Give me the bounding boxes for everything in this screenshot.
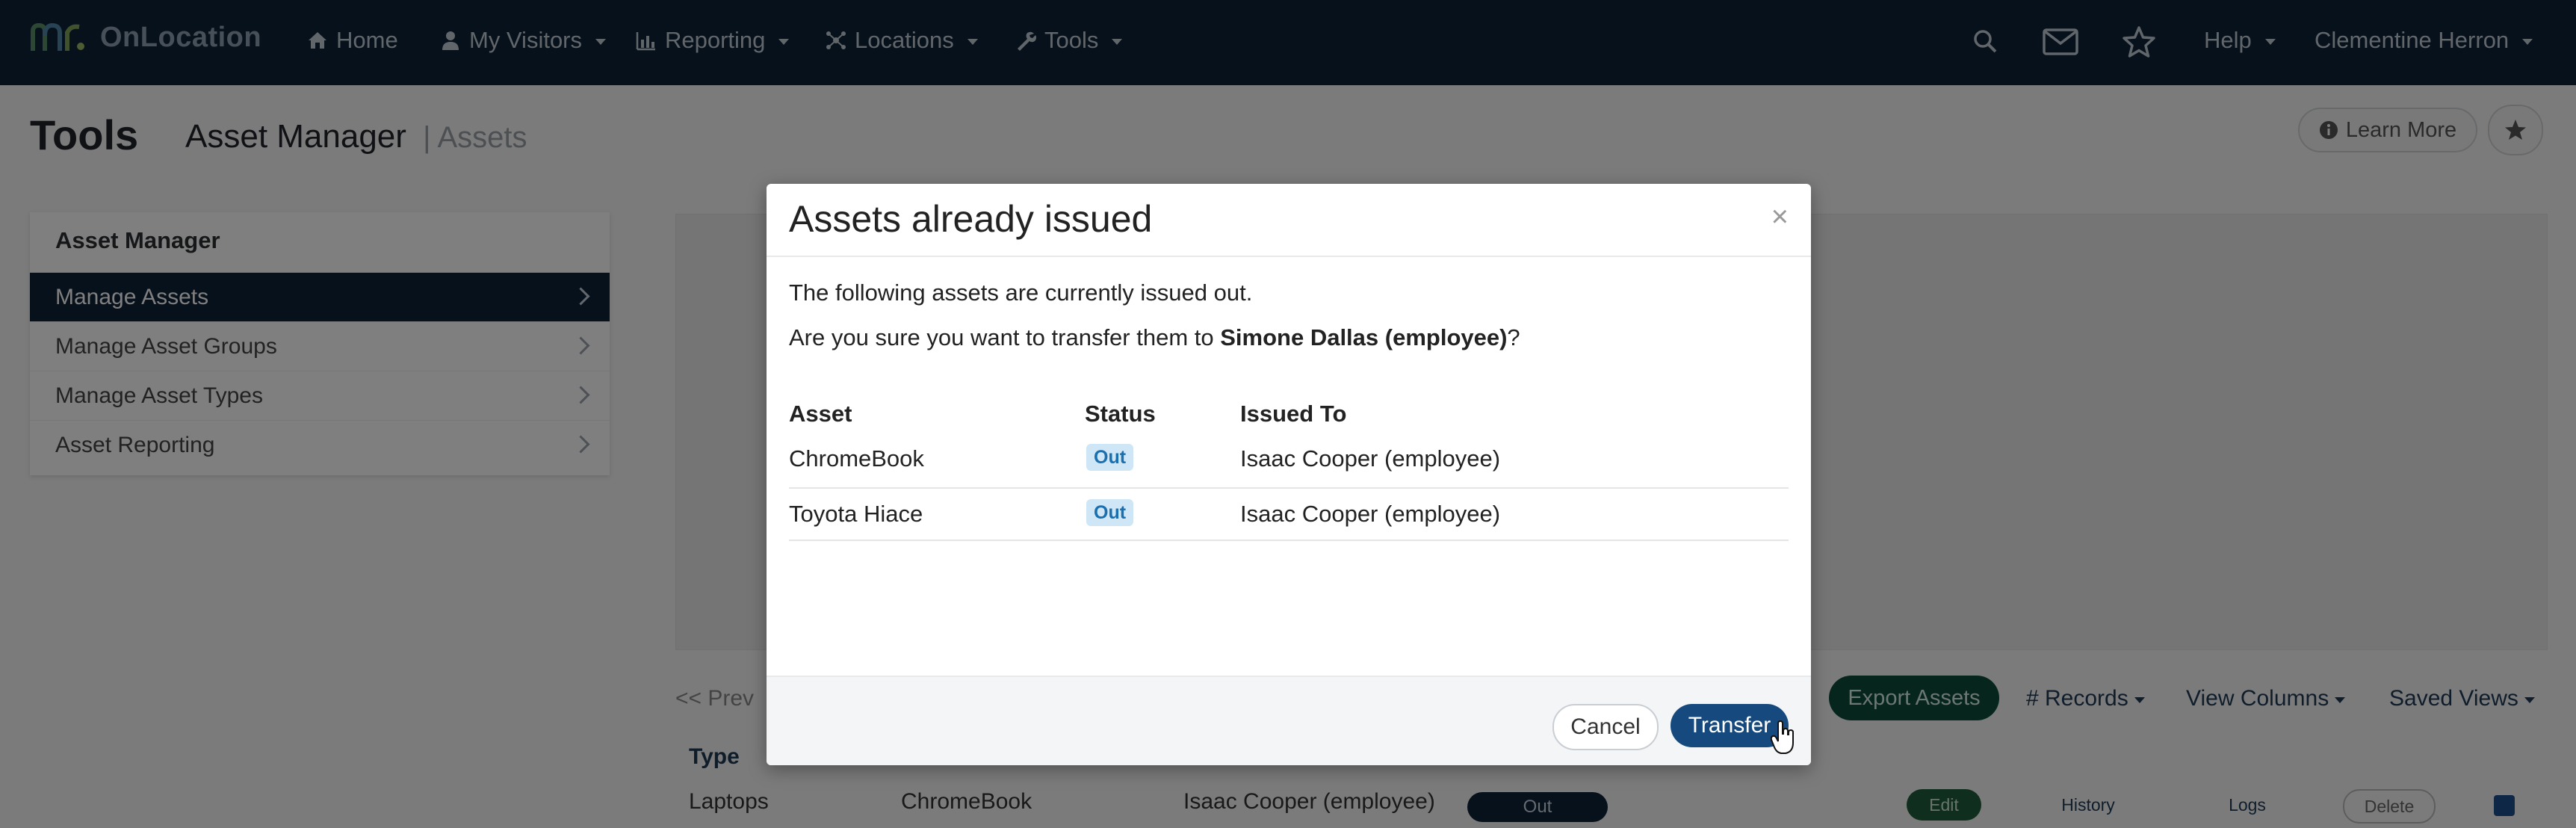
status-badge: Out <box>1086 444 1134 471</box>
modal-message: The following assets are currently issue… <box>789 279 1253 306</box>
cell-asset: Toyota Hiace <box>789 501 923 527</box>
close-icon[interactable]: × <box>1771 200 1789 234</box>
question-prefix: Are you sure you want to transfer them t… <box>789 324 1221 350</box>
table-bottom-rule <box>789 540 1789 543</box>
hand-cursor-icon <box>1771 720 1794 754</box>
assets-issued-dialog: Assets already issued × The following as… <box>767 184 1811 765</box>
status-badge: Out <box>1086 499 1134 526</box>
column-header-asset: Asset <box>789 401 852 427</box>
modal-title: Assets already issued <box>789 198 1153 240</box>
cancel-button[interactable]: Cancel <box>1552 704 1659 750</box>
modal-footer: Cancel Transfer <box>767 676 1811 765</box>
cell-issued-to: Isaac Cooper (employee) <box>1240 445 1501 472</box>
modal-header: Assets already issued × <box>767 184 1811 257</box>
modal-question: Are you sure you want to transfer them t… <box>789 324 1520 351</box>
question-suffix: ? <box>1507 324 1520 350</box>
transfer-target: Simone Dallas (employee) <box>1220 324 1508 350</box>
column-header-status: Status <box>1085 401 1156 427</box>
column-header-issued-to: Issued To <box>1240 401 1347 427</box>
table-row: ChromeBook Out Isaac Cooper (employee) <box>789 433 1789 486</box>
table-row: Toyota Hiace Out Isaac Cooper (employee) <box>789 487 1789 541</box>
cell-issued-to: Isaac Cooper (employee) <box>1240 501 1501 527</box>
cell-asset: ChromeBook <box>789 445 924 472</box>
